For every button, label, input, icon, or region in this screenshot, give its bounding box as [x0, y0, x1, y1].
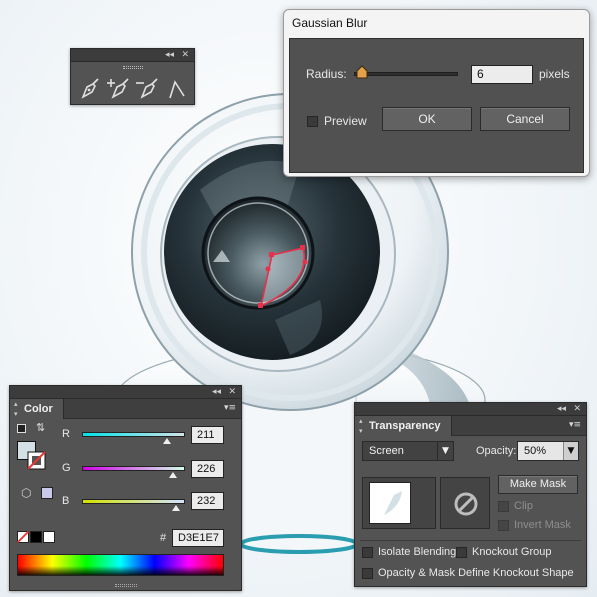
- channel-g-thumb[interactable]: [169, 472, 178, 478]
- tab-label: Color: [24, 403, 53, 415]
- clip-checkbox[interactable]: [498, 501, 509, 512]
- close-icon[interactable]: ✕: [228, 386, 236, 399]
- channel-r-slider[interactable]: [82, 432, 185, 437]
- panel-menu-icon[interactable]: ▾≡: [569, 420, 581, 430]
- opacity-label: Opacity:: [476, 445, 517, 457]
- blend-mode-select[interactable]: Screen ▼: [362, 441, 454, 461]
- out-of-gamut-icon: ⬡: [21, 486, 32, 500]
- collapse-icon[interactable]: ◂◂: [212, 386, 221, 399]
- panel-menu-icon[interactable]: ▾≡: [224, 403, 236, 413]
- default-colors-icon[interactable]: [17, 424, 26, 433]
- preview-label: Preview: [324, 114, 367, 128]
- channel-r-label: R: [62, 428, 70, 440]
- radius-input[interactable]: 6: [471, 65, 533, 84]
- divider: [360, 540, 581, 541]
- channel-g-input[interactable]: 226: [191, 460, 224, 478]
- resize-grip[interactable]: [115, 584, 137, 587]
- preview-checkbox[interactable]: [307, 116, 318, 127]
- radius-slider-track[interactable]: [354, 72, 458, 76]
- tab-label: Transparency: [369, 420, 441, 432]
- opacity-mask-knockout-checkbox[interactable]: [362, 568, 373, 579]
- make-mask-button[interactable]: Make Mask: [498, 475, 578, 494]
- stroke-none-swatch[interactable]: [27, 451, 46, 470]
- transparency-panel: ◂◂ ✕ ▴ ▾ Transparency ▾≡ Screen ▼ Opacity…: [354, 402, 587, 587]
- white-swatch[interactable]: [43, 531, 55, 543]
- radius-slider-thumb[interactable]: [356, 65, 368, 79]
- gaussian-blur-dialog: Gaussian Blur Radius: 6 pixels Preview O…: [283, 9, 590, 177]
- pen-tools-panel: ◂◂ ✕: [70, 48, 195, 105]
- blend-mode-value: Screen: [369, 445, 404, 457]
- knockout-group-label: Knockout Group: [472, 546, 552, 558]
- delete-anchor-point-icon[interactable]: [135, 76, 161, 100]
- black-swatch[interactable]: [30, 531, 42, 543]
- channel-g-slider[interactable]: [82, 466, 185, 471]
- artwork-thumbnail: [369, 482, 411, 524]
- close-icon[interactable]: ✕: [181, 49, 189, 62]
- opacity-value: 50%: [524, 445, 547, 457]
- tab-color[interactable]: ▴ ▾ Color: [10, 399, 64, 419]
- highlight-shape-icon: [384, 491, 402, 515]
- convert-anchor-point-icon[interactable]: [166, 76, 188, 100]
- updown-icon: ▴ ▾: [359, 417, 363, 435]
- opacity-mask-knockout-label: Opacity & Mask Define Knockout Shape: [378, 567, 574, 579]
- close-icon[interactable]: ✕: [573, 403, 581, 416]
- swap-colors-icon[interactable]: ⇅: [36, 421, 45, 434]
- dialog-body: Radius: 6 pixels Preview OK Cancel: [289, 38, 584, 173]
- channel-r-thumb[interactable]: [163, 438, 172, 444]
- channel-b-slider[interactable]: [82, 499, 185, 504]
- no-mask-icon: [454, 492, 478, 516]
- clip-label: Clip: [514, 500, 533, 512]
- channel-b-thumb[interactable]: [171, 505, 180, 511]
- none-swatch[interactable]: [17, 531, 29, 543]
- radius-unit: pixels: [539, 67, 570, 81]
- invert-mask-label: Invert Mask: [514, 519, 571, 531]
- opacity-input[interactable]: 50% ▼: [517, 441, 579, 461]
- tab-strip: ▴ ▾ Color ▾≡: [10, 399, 241, 419]
- color-panel: ◂◂ ✕ ▴ ▾ Color ▾≡ ⇅ ⬡ R 211 G 226 B 232 #…: [9, 385, 242, 591]
- radius-label: Radius:: [306, 67, 347, 81]
- channel-r-input[interactable]: 211: [191, 426, 224, 444]
- web-safe-swatch[interactable]: [41, 487, 53, 499]
- dialog-title: Gaussian Blur: [292, 16, 368, 30]
- cancel-button[interactable]: Cancel: [480, 107, 570, 131]
- hex-label: #: [160, 532, 167, 544]
- hex-input[interactable]: D3E1E7: [172, 529, 224, 547]
- tab-strip: ▴ ▾ Transparency ▾≡: [355, 416, 586, 436]
- tab-transparency[interactable]: ▴ ▾ Transparency: [355, 416, 452, 436]
- channel-b-input[interactable]: 232: [191, 492, 224, 510]
- channel-b-label: B: [62, 495, 70, 507]
- collapse-icon[interactable]: ◂◂: [557, 403, 566, 416]
- knockout-group-checkbox[interactable]: [456, 547, 467, 558]
- chevron-down-icon: ▼: [437, 442, 453, 460]
- pen-icon[interactable]: [79, 76, 103, 100]
- collapse-icon[interactable]: ◂◂: [165, 49, 174, 62]
- channel-g-label: G: [62, 462, 71, 474]
- mask-thumbnail-frame[interactable]: [440, 477, 490, 529]
- invert-mask-checkbox[interactable]: [498, 520, 509, 531]
- artwork-thumbnail-frame[interactable]: [362, 477, 436, 529]
- chevron-down-icon[interactable]: ▼: [563, 442, 578, 460]
- updown-icon: ▴ ▾: [14, 400, 18, 418]
- drag-grip[interactable]: [123, 66, 143, 69]
- panel-header[interactable]: ◂◂ ✕: [71, 49, 194, 62]
- isolate-blending-checkbox[interactable]: [362, 547, 373, 558]
- ok-button[interactable]: OK: [382, 107, 472, 131]
- panel-header[interactable]: ◂◂ ✕: [10, 386, 241, 399]
- color-spectrum[interactable]: [17, 554, 224, 576]
- panel-header[interactable]: ◂◂ ✕: [355, 403, 586, 416]
- isolate-blending-label: Isolate Blending: [378, 546, 457, 558]
- add-anchor-point-icon[interactable]: [106, 76, 132, 100]
